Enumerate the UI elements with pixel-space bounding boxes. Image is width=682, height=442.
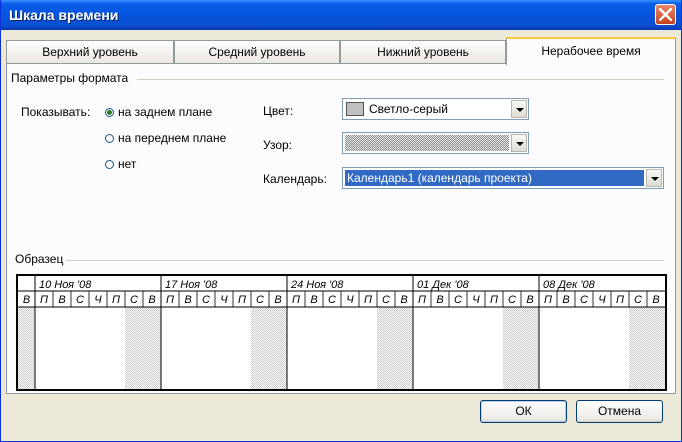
day-label: П [292,294,300,306]
day-label: П [364,294,372,306]
color-dropdown[interactable]: Светло-серый [342,98,529,120]
calendar-dropdown[interactable]: Календарь1 (календарь проекта) [342,167,664,189]
day-label: В [652,294,659,306]
tab-strip: Верхний уровень Средний уровень Нижний у… [6,37,676,65]
day-label: С [580,294,588,306]
chevron-down-icon[interactable] [511,134,527,152]
week-label: 08 Дек '08 [543,279,596,291]
day-label: П [616,294,624,306]
day-label: С [454,294,462,306]
sample-group-label: Образец [15,252,67,266]
day-label: С [508,294,516,306]
format-group-label: Параметры формата [11,71,132,85]
calendar-label: Календарь: [263,172,327,186]
week-label: 24 Ноя '08 [290,279,344,291]
radio-none-button[interactable] [105,160,114,169]
day-label: В [436,294,443,306]
sample-group-line [63,260,664,261]
radio-background-button[interactable] [105,108,114,117]
day-label: С [256,294,264,306]
day-label: В [274,294,281,306]
radio-foreground-label[interactable]: на переднем плане [118,131,226,145]
day-label: В [400,294,407,306]
pattern-label: Узор: [263,138,292,152]
day-label: В [562,294,569,306]
pattern-dropdown[interactable] [342,132,529,154]
day-label: С [382,294,390,306]
nonworking-shade [503,307,539,389]
day-label: В [58,294,65,306]
week-label: 17 Ноя '08 [165,279,218,291]
nonworking-shade [125,307,161,389]
day-label: С [76,294,84,306]
window-title: Шкала времени [9,7,119,23]
nonworking-shade [377,307,413,389]
color-swatch [346,102,364,116]
day-label: П [112,294,120,306]
chevron-down-icon[interactable] [511,100,527,118]
week-label: 01 Дек '08 [417,279,470,291]
calendar-value: Календарь1 (календарь проекта) [345,170,644,186]
day-label: С [634,294,642,306]
tab-bottom-level[interactable]: Нижний уровень [340,40,506,64]
title-bar[interactable]: Шкала времени [1,0,681,30]
day-label: В [148,294,155,306]
format-group-line [137,79,664,80]
day-label: В [310,294,317,306]
day-label: П [166,294,174,306]
day-label: В [526,294,533,306]
week-label: 10 Ноя '08 [39,279,92,291]
nonworking-shade [629,307,665,389]
close-button[interactable] [655,4,676,25]
day-label: С [328,294,336,306]
chevron-down-icon[interactable] [646,169,662,187]
day-label: П [418,294,426,306]
pattern-swatch [345,135,509,151]
day-label: С [202,294,210,306]
day-label: П [544,294,552,306]
day-label: Ч [346,294,354,306]
tab-top-level[interactable]: Верхний уровень [6,40,174,64]
tab-panel: Параметры формата Показывать: на заднем … [6,63,676,394]
ok-button[interactable]: ОК [480,400,567,423]
tab-nonworking-time[interactable]: Нерабочее время [506,37,676,65]
close-icon [659,8,672,21]
day-label: Ч [94,294,102,306]
day-label: В [184,294,191,306]
timescale-preview: В10 Ноя '08П В С Ч П С В17 Ноя '08П В С Ч П С В24 Но… [18,276,665,389]
day-label: П [40,294,48,306]
dialog-window: Шкала времени Верхний уровень Средний ур… [0,0,682,442]
day-label: Ч [598,294,606,306]
radio-none-label[interactable]: нет [118,157,136,171]
day-label: П [238,294,246,306]
color-label: Цвет: [263,104,294,118]
radio-foreground-button[interactable] [105,134,114,143]
nonworking-shade [18,307,35,389]
cancel-button[interactable]: Отмена [576,400,663,423]
day-label: Ч [220,294,228,306]
sample-timescale: В 10 Ноя '08 П В С Ч П С В 17 Ноя '08 П В С Ч П С В 24 Но… [16,274,667,391]
day-label: В [23,294,30,306]
day-label: Ч [472,294,480,306]
day-label: П [490,294,498,306]
nonworking-shade [251,307,287,389]
show-label: Показывать: [21,105,91,119]
day-label: С [130,294,138,306]
color-value: Светло-серый [369,102,448,116]
tab-middle-level[interactable]: Средний уровень [174,40,340,64]
radio-background-label[interactable]: на заднем плане [118,105,212,119]
